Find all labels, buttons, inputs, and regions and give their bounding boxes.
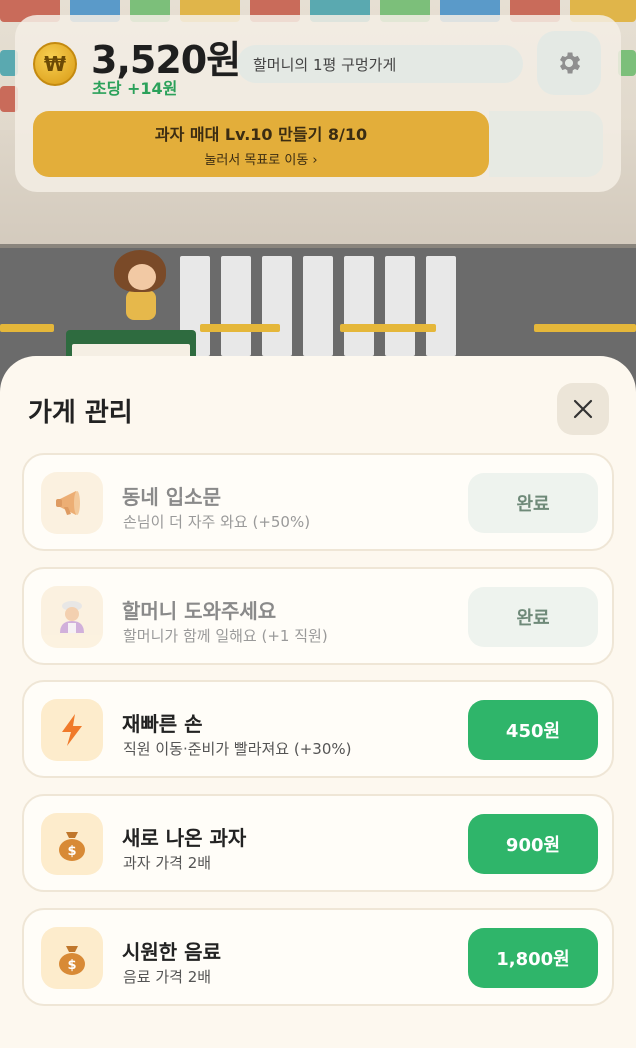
grandma-icon (60, 601, 84, 633)
crosswalk-stripe (426, 256, 456, 356)
crosswalk-stripe (344, 256, 374, 356)
income-rate: 초당 +14원 (92, 79, 178, 98)
lane-marking (534, 324, 636, 332)
upgrade-complete-button[interactable]: 완료 (468, 587, 598, 647)
upgrade-title: 시원한 음료 (122, 940, 221, 964)
close-button[interactable] (557, 383, 609, 435)
crosswalk-stripe (221, 256, 251, 356)
money-bag-icon: $ (59, 832, 85, 861)
lane-marking (200, 324, 280, 332)
won-coin-icon: ₩ (33, 42, 77, 86)
top-hud: ₩ 3,520원 초당 +14원 할머니의 1평 구멍가게 과자 매대 Lv.1… (15, 15, 621, 192)
settings-button[interactable] (537, 31, 601, 95)
upgrade-description: 음료 가격 2배 (123, 968, 212, 986)
upgrade-description: 할머니가 함께 일해요 (+1 직원) (123, 627, 328, 645)
upgrade-buy-button[interactable]: 450원 (468, 700, 598, 760)
lane-marking (340, 324, 436, 332)
upgrade-card-new-snacks: $ 새로 나온 과자 과자 가격 2배 900원 (22, 794, 614, 892)
customer-character[interactable] (112, 248, 168, 330)
shop-name-badge: 할머니의 1평 구멍가게 (237, 45, 523, 83)
upgrade-card-grandma-help: 할머니 도와주세요 할머니가 함께 일해요 (+1 직원) 완료 (22, 567, 614, 665)
upgrade-title: 동네 입소문 (122, 485, 221, 509)
sheet-title: 가게 관리 (28, 398, 133, 428)
crosswalk-stripe (385, 256, 415, 356)
close-icon (573, 399, 593, 419)
megaphone-icon (56, 491, 80, 515)
lightning-icon (62, 714, 82, 746)
gear-icon (560, 52, 581, 74)
lane-marking (0, 324, 54, 332)
crosswalk-stripe (262, 256, 292, 356)
upgrade-description: 직원 이동·준비가 빨라져요 (+30%) (123, 740, 352, 758)
goal-button[interactable]: 과자 매대 Lv.10 만들기 8/10 눌러서 목표로 이동 › (33, 111, 489, 177)
svg-text:$: $ (67, 844, 76, 859)
upgrade-description: 과자 가격 2배 (123, 854, 212, 872)
upgrade-description: 손님이 더 자주 와요 (+50%) (123, 513, 311, 531)
upgrade-card-quick-hands: 재빠른 손 직원 이동·준비가 빨라져요 (+30%) 450원 (22, 680, 614, 778)
svg-text:$: $ (67, 958, 76, 973)
upgrade-complete-button[interactable]: 완료 (468, 473, 598, 533)
goal-subtitle: 눌러서 목표로 이동 › (204, 152, 318, 168)
upgrade-title: 할머니 도와주세요 (122, 599, 277, 623)
upgrade-title: 재빠른 손 (122, 712, 203, 736)
store-management-sheet: 가게 관리 동네 입소문 손님이 더 자주 와요 (+50%) 완료 할머니 도… (0, 356, 636, 1048)
upgrade-title: 새로 나온 과자 (122, 826, 247, 850)
upgrade-buy-button[interactable]: 1,800원 (468, 928, 598, 988)
upgrade-card-cold-drinks: $ 시원한 음료 음료 가격 2배 1,800원 (22, 908, 614, 1006)
upgrade-card-word-of-mouth: 동네 입소문 손님이 더 자주 와요 (+50%) 완료 (22, 453, 614, 551)
goal-title: 과자 매대 Lv.10 만들기 8/10 (154, 124, 368, 144)
upgrade-buy-button[interactable]: 900원 (468, 814, 598, 874)
crosswalk-stripe (303, 256, 333, 356)
money-bag-icon: $ (59, 946, 85, 975)
